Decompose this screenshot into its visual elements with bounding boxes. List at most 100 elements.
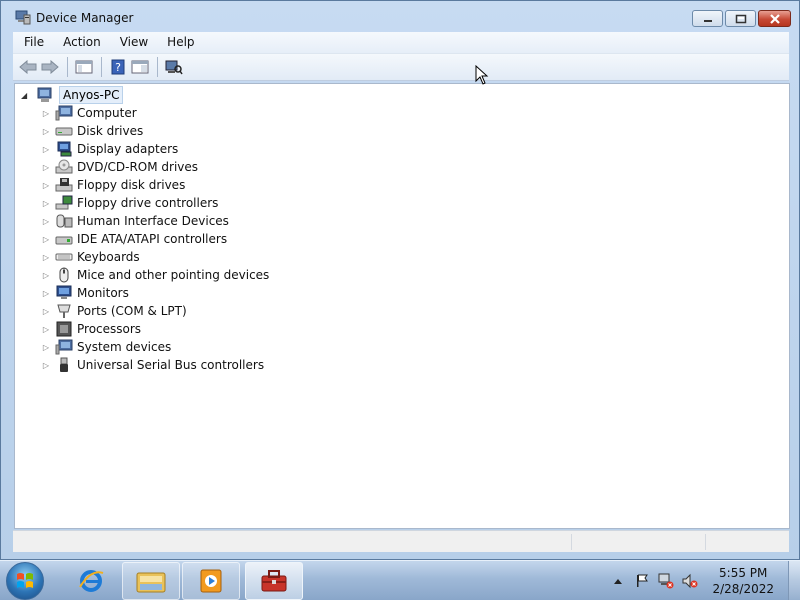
svg-text:?: ? xyxy=(115,61,121,74)
tree-item-label: System devices xyxy=(77,340,172,354)
expand-arrow-icon[interactable]: ▷ xyxy=(41,181,51,190)
device-manager-toolbox-icon xyxy=(261,570,287,592)
notification-area: 5:55 PM 2/28/2022 xyxy=(610,561,800,600)
minimize-button[interactable] xyxy=(692,10,723,27)
properties-pane-button[interactable] xyxy=(129,56,151,78)
expand-arrow-icon[interactable]: ▷ xyxy=(41,145,51,154)
media-player-icon xyxy=(200,569,222,593)
toolbar-separator xyxy=(101,57,102,77)
back-button[interactable] xyxy=(17,56,39,78)
expand-arrow-icon[interactable]: ▷ xyxy=(41,361,51,370)
tree-item-label: Processors xyxy=(77,322,142,336)
tree-item-label: Display adapters xyxy=(77,142,179,156)
device-category-list: ▷ Computer ▷ Disk drives ▷ Display adapt… xyxy=(41,104,269,374)
windows-explorer-icon xyxy=(136,572,166,593)
action-center-flag-icon[interactable] xyxy=(634,573,650,589)
tree-item-system-devices[interactable]: ▷ System devices xyxy=(41,338,269,356)
tree-root-label[interactable]: Anyos-PC xyxy=(59,86,124,104)
window-title: Device Manager xyxy=(36,11,134,25)
tree-root[interactable]: ◢ Anyos-PC xyxy=(21,86,124,104)
toolbar-separator xyxy=(157,57,158,77)
tree-item-label: Universal Serial Bus controllers xyxy=(77,358,265,372)
show-desktop-button[interactable] xyxy=(788,561,800,600)
media-player-button[interactable] xyxy=(182,562,240,600)
system-devices-icon xyxy=(55,339,73,355)
tree-item-dvd-cd-rom-drives[interactable]: ▷ DVD/CD-ROM drives xyxy=(41,158,269,176)
tree-item-universal-serial-bus-controllers[interactable]: ▷ Universal Serial Bus controllers xyxy=(41,356,269,374)
help-button[interactable]: ? xyxy=(107,56,129,78)
tree-item-ide-ata-atapi-controllers[interactable]: ▷ IDE ATA/ATAPI controllers xyxy=(41,230,269,248)
close-icon xyxy=(769,13,780,24)
properties-pane-icon xyxy=(131,60,149,74)
menu-file[interactable]: File xyxy=(13,32,52,53)
expand-arrow-icon[interactable]: ▷ xyxy=(41,127,51,136)
menu-help[interactable]: Help xyxy=(156,32,202,53)
usb-icon xyxy=(55,357,73,373)
tree-item-label: Keyboards xyxy=(77,250,140,264)
tree-item-label: DVD/CD-ROM drives xyxy=(77,160,199,174)
expand-arrow-icon[interactable]: ▷ xyxy=(41,253,51,262)
tree-item-computer[interactable]: ▷ Computer xyxy=(41,104,269,122)
display-adapter-icon xyxy=(55,141,73,157)
title-bar[interactable]: Device Manager xyxy=(1,1,799,32)
tree-item-processors[interactable]: ▷ Processors xyxy=(41,320,269,338)
clock-date: 2/28/2022 xyxy=(712,582,774,596)
tree-item-mice-and-other-pointing-devices[interactable]: ▷ Mice and other pointing devices xyxy=(41,266,269,284)
tree-item-ports-com-lpt[interactable]: ▷ Ports (COM & LPT) xyxy=(41,302,269,320)
clock[interactable]: 5:55 PM 2/28/2022 xyxy=(712,565,774,597)
internet-explorer-icon xyxy=(79,570,104,592)
tree-item-human-interface-devices[interactable]: ▷ Human Interface Devices xyxy=(41,212,269,230)
start-button[interactable] xyxy=(6,562,44,600)
hid-icon xyxy=(55,213,73,229)
scan-hardware-changes-button[interactable] xyxy=(163,56,185,78)
expand-arrow-icon[interactable]: ▷ xyxy=(41,109,51,118)
close-button[interactable] xyxy=(758,10,791,27)
help-icon: ? xyxy=(111,59,125,75)
scan-hardware-changes-icon xyxy=(165,60,183,75)
tree-item-label: IDE ATA/ATAPI controllers xyxy=(77,232,228,246)
status-bar xyxy=(13,530,789,552)
tree-item-label: Ports (COM & LPT) xyxy=(77,304,187,318)
expand-arrow-icon[interactable]: ▷ xyxy=(41,307,51,316)
expand-arrow-icon[interactable]: ▷ xyxy=(41,289,51,298)
floppy-drive-icon xyxy=(55,177,73,193)
show-hide-console-tree-button[interactable] xyxy=(73,56,95,78)
expand-arrow-icon[interactable]: ▷ xyxy=(41,163,51,172)
windows-explorer-button[interactable] xyxy=(122,562,180,600)
expand-arrow-icon[interactable]: ▷ xyxy=(41,343,51,352)
tree-item-label: Human Interface Devices xyxy=(77,214,229,228)
forward-button[interactable] xyxy=(39,56,61,78)
expand-arrow-icon[interactable]: ▷ xyxy=(41,217,51,226)
tree-item-disk-drives[interactable]: ▷ Disk drives xyxy=(41,122,269,140)
device-tree-pane[interactable]: ◢ Anyos-PC ▷ Computer ▷ Disk drives ▷ Di… xyxy=(14,83,790,529)
tree-item-monitors[interactable]: ▷ Monitors xyxy=(41,284,269,302)
tree-item-label: Mice and other pointing devices xyxy=(77,268,270,282)
toolbar: ? xyxy=(13,53,789,81)
internet-explorer-button[interactable] xyxy=(62,562,120,600)
device-manager-icon[interactable] xyxy=(15,10,31,25)
tree-item-label: Computer xyxy=(77,106,137,120)
maximize-button[interactable] xyxy=(725,10,756,27)
collapse-arrow-icon[interactable]: ◢ xyxy=(21,91,33,100)
show-hidden-icons-icon[interactable] xyxy=(610,573,626,589)
expand-arrow-icon[interactable]: ▷ xyxy=(41,235,51,244)
expand-arrow-icon[interactable]: ▷ xyxy=(41,199,51,208)
floppy-controller-icon xyxy=(55,195,73,211)
tree-item-label: Monitors xyxy=(77,286,129,300)
menu-action[interactable]: Action xyxy=(52,32,109,53)
mouse-icon xyxy=(55,267,73,283)
status-pane xyxy=(705,534,789,550)
tree-item-floppy-drive-controllers[interactable]: ▷ Floppy drive controllers xyxy=(41,194,269,212)
expand-arrow-icon[interactable]: ▷ xyxy=(41,325,51,334)
tree-item-label: Floppy drive controllers xyxy=(77,196,219,210)
tree-item-keyboards[interactable]: ▷ Keyboards xyxy=(41,248,269,266)
network-disconnected-icon[interactable] xyxy=(658,573,674,589)
keyboard-icon xyxy=(55,249,73,265)
tree-item-floppy-disk-drives[interactable]: ▷ Floppy disk drives xyxy=(41,176,269,194)
expand-arrow-icon[interactable]: ▷ xyxy=(41,271,51,280)
tree-item-display-adapters[interactable]: ▷ Display adapters xyxy=(41,140,269,158)
device-manager-taskbar-button[interactable] xyxy=(245,562,303,600)
menu-view[interactable]: View xyxy=(109,32,156,53)
volume-muted-icon[interactable] xyxy=(682,573,698,589)
processor-icon xyxy=(55,321,73,337)
